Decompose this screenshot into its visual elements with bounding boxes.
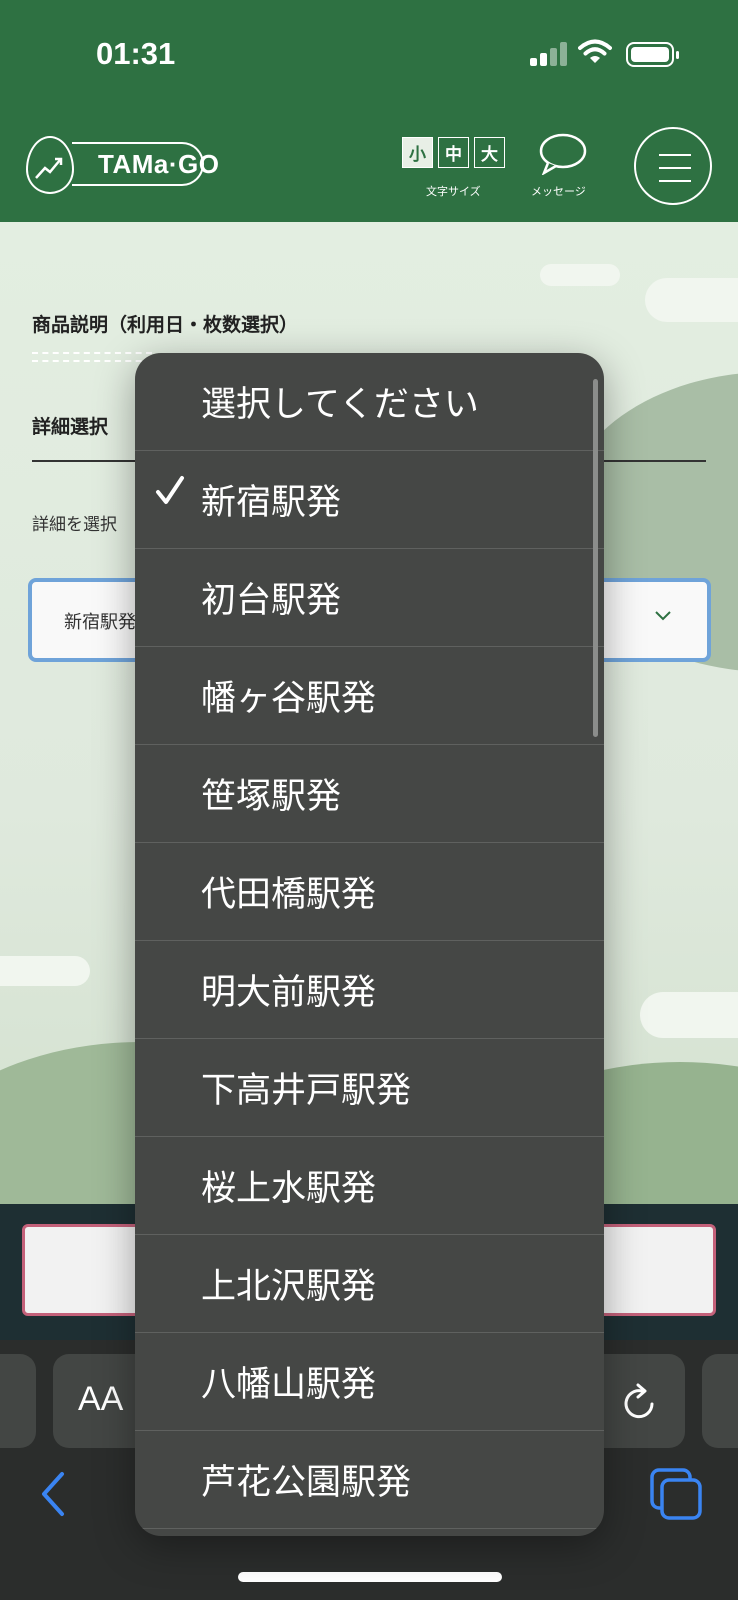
option-placeholder[interactable]: 選択してください — [135, 353, 604, 451]
dropdown-scrollbar[interactable] — [593, 379, 598, 737]
product-description-heading: 商品説明（利用日・枚数選択） — [32, 314, 299, 336]
option-label: 八幡山駅発 — [201, 1365, 377, 1405]
status-time: 01:31 — [96, 36, 176, 71]
option-kamikitazawa[interactable]: 上北沢駅発 — [135, 1235, 604, 1333]
cellular-signal-icon — [530, 42, 567, 66]
previous-tab-pill[interactable] — [0, 1354, 36, 1448]
checkmark-icon — [156, 476, 184, 504]
option-hatsudai[interactable]: 初台駅発 — [135, 549, 604, 647]
option-label: 幡ヶ谷駅発 — [201, 679, 377, 719]
cloud-decoration — [645, 278, 738, 322]
station-picker-dropdown: 選択してください 新宿駅発 初台駅発 幡ヶ谷駅発 笹塚駅発 代田橋駅発 明大前駅… — [135, 353, 604, 1536]
next-tab-pill[interactable] — [702, 1354, 738, 1448]
option-daitabashi[interactable]: 代田橋駅発 — [135, 843, 604, 941]
option-label: 新宿駅発 — [201, 483, 342, 523]
text-size-button[interactable]: AA — [78, 1380, 123, 1419]
detail-selection-heading: 詳細選択 — [32, 416, 109, 438]
battery-icon — [626, 42, 679, 67]
message-label: メッセージ — [531, 185, 586, 198]
cloud-decoration — [540, 264, 620, 286]
option-hatagaya[interactable]: 幡ヶ谷駅発 — [135, 647, 604, 745]
font-size-medium-button[interactable]: 中 — [438, 137, 469, 168]
back-arrow-icon[interactable] — [38, 1470, 68, 1518]
option-shimotakaido[interactable]: 下高井戸駅発 — [135, 1039, 604, 1137]
font-size-selector: 小 中 大 — [402, 137, 505, 168]
option-hachimanyama[interactable]: 八幡山駅発 — [135, 1333, 604, 1431]
option-label: 明大前駅発 — [201, 973, 377, 1013]
wifi-icon — [578, 39, 612, 63]
font-size-label: 文字サイズ — [426, 185, 481, 198]
cloud-decoration — [0, 956, 90, 986]
option-label: 代田橋駅発 — [201, 875, 377, 915]
detail-select-value: 新宿駅発 — [64, 612, 136, 633]
tabs-icon[interactable] — [648, 1466, 704, 1522]
option-shinjuku[interactable]: 新宿駅発 — [135, 451, 604, 549]
option-label: 笹塚駅発 — [201, 777, 342, 817]
option-label: 上北沢駅発 — [201, 1267, 377, 1307]
option-label: 桜上水駅発 — [201, 1169, 377, 1209]
reload-icon[interactable] — [620, 1380, 660, 1424]
app-header: 01:31 TAMa·GO 小 中 大 文字サイズ メッセージ — [0, 0, 738, 222]
font-size-small-button[interactable]: 小 — [402, 137, 433, 168]
menu-line-icon — [659, 154, 691, 156]
option-label: 初台駅発 — [201, 581, 342, 621]
font-size-large-button[interactable]: 大 — [474, 137, 505, 168]
option-label: 芦花公園駅発 — [201, 1463, 412, 1503]
home-indicator — [238, 1572, 502, 1582]
logo-text: TAMa·GO — [72, 142, 219, 186]
message-icon[interactable] — [538, 133, 588, 175]
option-label: 下高井戸駅発 — [201, 1071, 412, 1111]
tamago-logo[interactable]: TAMa·GO — [26, 136, 219, 196]
dashed-divider — [32, 352, 152, 362]
cloud-decoration — [640, 992, 738, 1038]
menu-line-icon — [659, 167, 691, 169]
chevron-down-icon — [655, 611, 671, 621]
menu-line-icon — [659, 180, 691, 182]
trend-arrow-icon — [35, 157, 63, 179]
egg-logo-icon — [26, 136, 74, 194]
option-sakurajosui[interactable]: 桜上水駅発 — [135, 1137, 604, 1235]
option-meidaimae[interactable]: 明大前駅発 — [135, 941, 604, 1039]
option-sasazuka[interactable]: 笹塚駅発 — [135, 745, 604, 843]
detail-hint-text: 詳細を選択 — [32, 515, 117, 535]
option-label: 選択してください — [201, 385, 479, 425]
option-rokakoen[interactable]: 芦花公園駅発 — [135, 1431, 604, 1529]
hamburger-menu-button[interactable] — [634, 127, 712, 205]
